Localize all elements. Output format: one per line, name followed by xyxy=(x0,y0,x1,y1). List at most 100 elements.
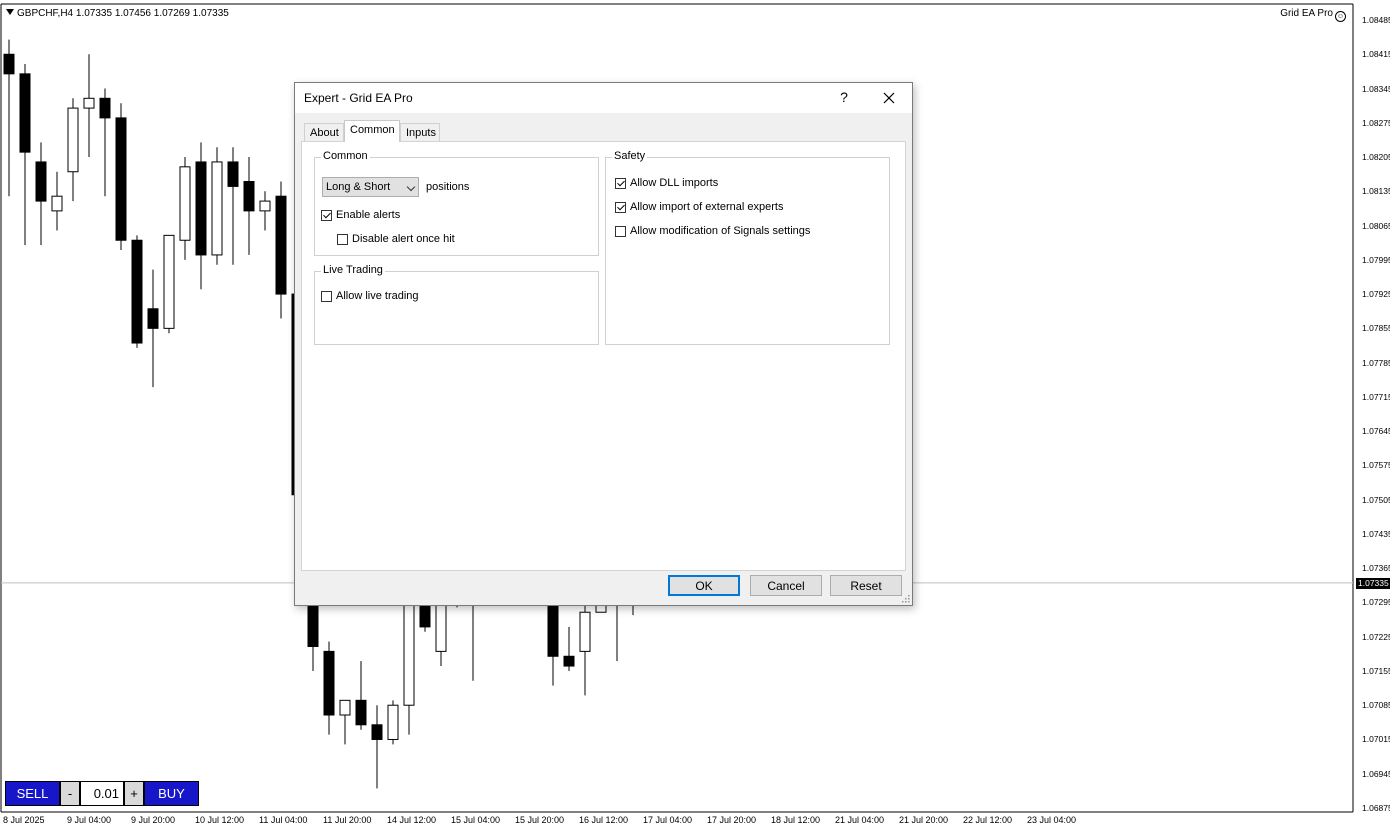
candle-body xyxy=(195,161,207,256)
price-tick-label: 1.07365 xyxy=(1362,563,1390,574)
expert-name: Grid EA Pro xyxy=(1280,8,1333,19)
price-tick-label: 1.07155 xyxy=(1362,665,1390,676)
candle xyxy=(403,597,415,735)
expert-properties-dialog: Expert - Grid EA Pro ? About Common Inpu… xyxy=(294,82,913,606)
allow-dll-imports-checkbox[interactable]: Allow DLL imports xyxy=(615,177,718,189)
checkbox-icon[interactable] xyxy=(321,290,332,302)
price-tick-label: 1.07995 xyxy=(1362,254,1390,265)
price-tick-label: 1.07435 xyxy=(1362,528,1390,539)
chevron-down-icon xyxy=(406,182,416,192)
candle-body xyxy=(243,181,255,212)
candle-body xyxy=(179,166,191,241)
candle-body xyxy=(259,200,271,212)
checkbox-icon[interactable] xyxy=(615,177,626,189)
candle xyxy=(131,235,143,348)
candle-body xyxy=(371,724,383,740)
tab-inputs[interactable]: Inputs xyxy=(400,123,440,142)
allow-live-trading-checkbox[interactable]: Allow live trading xyxy=(321,290,419,302)
candle-body xyxy=(163,234,175,329)
ok-button[interactable]: OK xyxy=(668,575,740,596)
time-tick-label: 22 Jul 12:00 xyxy=(963,815,1013,825)
price-tick-label: 1.07505 xyxy=(1362,494,1390,505)
price-tick-label: 1.08135 xyxy=(1362,186,1390,197)
price-tick-label: 1.07015 xyxy=(1362,734,1390,745)
price-tick-label: 1.06875 xyxy=(1362,803,1390,813)
symbol-menu-icon[interactable] xyxy=(6,9,14,15)
help-button[interactable]: ? xyxy=(832,89,856,105)
tab-common[interactable]: Common xyxy=(344,120,400,142)
price-tick-label: 1.08065 xyxy=(1362,220,1390,231)
time-tick-label: 14 Jul 12:00 xyxy=(387,815,437,825)
candle xyxy=(115,103,127,251)
candle xyxy=(211,147,223,265)
candle-body xyxy=(3,53,15,75)
candle xyxy=(227,147,239,265)
candle xyxy=(563,626,575,671)
candle xyxy=(3,39,15,197)
dialog-title-bar[interactable]: Expert - Grid EA Pro ? xyxy=(295,83,912,113)
candle xyxy=(243,157,255,255)
positions-label: positions xyxy=(426,181,470,193)
candle-body xyxy=(387,704,399,740)
time-tick-label: 11 Jul 04:00 xyxy=(259,815,308,825)
checkbox-icon[interactable] xyxy=(321,209,332,221)
checkbox-icon[interactable] xyxy=(337,233,348,245)
time-tick-label: 21 Jul 20:00 xyxy=(899,815,949,825)
resize-grip-icon[interactable] xyxy=(902,595,910,603)
candle xyxy=(275,181,287,319)
price-tick-label: 1.08485 xyxy=(1362,15,1390,25)
candle xyxy=(99,88,111,197)
price-tick-label: 1.07855 xyxy=(1362,323,1390,334)
allow-dll-imports-label: Allow DLL imports xyxy=(630,177,719,189)
time-tick-label: 11 Jul 20:00 xyxy=(323,815,372,825)
candle xyxy=(51,171,63,231)
candle-body xyxy=(35,161,47,202)
time-tick-label: 9 Jul 04:00 xyxy=(67,815,112,825)
allow-signals-modification-label: Allow modification of Signals settings xyxy=(630,225,811,237)
positions-select[interactable]: Long & Short xyxy=(322,177,419,197)
dialog-title: Expert - Grid EA Pro xyxy=(304,91,413,105)
allow-signals-modification-checkbox[interactable]: Allow modification of Signals settings xyxy=(615,225,810,237)
buy-button[interactable]: BUY xyxy=(144,781,199,806)
tab-about[interactable]: About xyxy=(304,123,344,142)
candle-body xyxy=(355,699,367,726)
sell-button[interactable]: SELL xyxy=(5,781,60,806)
candle-body xyxy=(99,97,111,119)
disable-alert-once-hit-checkbox[interactable]: Disable alert once hit xyxy=(337,233,455,245)
allow-import-experts-checkbox[interactable]: Allow import of external experts xyxy=(615,201,783,213)
candle xyxy=(371,705,383,789)
live-trading-group: Live Trading Allow live trading xyxy=(314,264,599,345)
candle xyxy=(83,54,95,158)
time-tick-label: 21 Jul 04:00 xyxy=(835,815,885,825)
candle-body xyxy=(403,597,415,706)
price-scale[interactable]: 1.08485 1.08415 1.08345 1.08275 1.08205 1.081… xyxy=(1354,0,1390,834)
safety-group-title: Safety xyxy=(612,150,648,162)
close-icon[interactable] xyxy=(875,87,903,109)
lot-increase-button[interactable]: + xyxy=(124,781,144,806)
candle xyxy=(147,269,159,388)
safety-group: Safety Allow DLL imports Allow import of… xyxy=(605,150,890,345)
current-price-label: 1.07335 xyxy=(1356,577,1390,589)
price-tick-label: 1.08205 xyxy=(1362,152,1390,163)
candle xyxy=(19,64,31,246)
lot-decrease-button[interactable]: - xyxy=(60,781,80,806)
price-tick-label: 1.08345 xyxy=(1362,83,1390,94)
candle-body xyxy=(323,650,335,716)
allow-live-trading-label: Allow live trading xyxy=(336,290,419,302)
time-tick-label: 17 Jul 04:00 xyxy=(643,815,693,825)
candle xyxy=(67,98,79,202)
candle xyxy=(163,234,175,334)
checkbox-icon[interactable] xyxy=(615,201,626,213)
price-tick-label: 1.07785 xyxy=(1362,357,1390,368)
one-click-trading-panel: SELL - 0.01 + BUY xyxy=(5,781,199,806)
checkbox-icon[interactable] xyxy=(615,225,626,237)
common-tab-page: Common Long & Short positions Enable ale… xyxy=(301,141,906,571)
price-tick-label: 1.08275 xyxy=(1362,117,1390,128)
reset-button[interactable]: Reset xyxy=(830,575,902,596)
expert-label[interactable]: Grid EA Pro ☺ xyxy=(1280,8,1346,22)
candle-body xyxy=(275,195,287,295)
lot-size-input[interactable]: 0.01 xyxy=(80,781,124,806)
cancel-button[interactable]: Cancel xyxy=(750,575,822,596)
enable-alerts-checkbox[interactable]: Enable alerts xyxy=(321,209,400,221)
candle xyxy=(195,142,207,290)
